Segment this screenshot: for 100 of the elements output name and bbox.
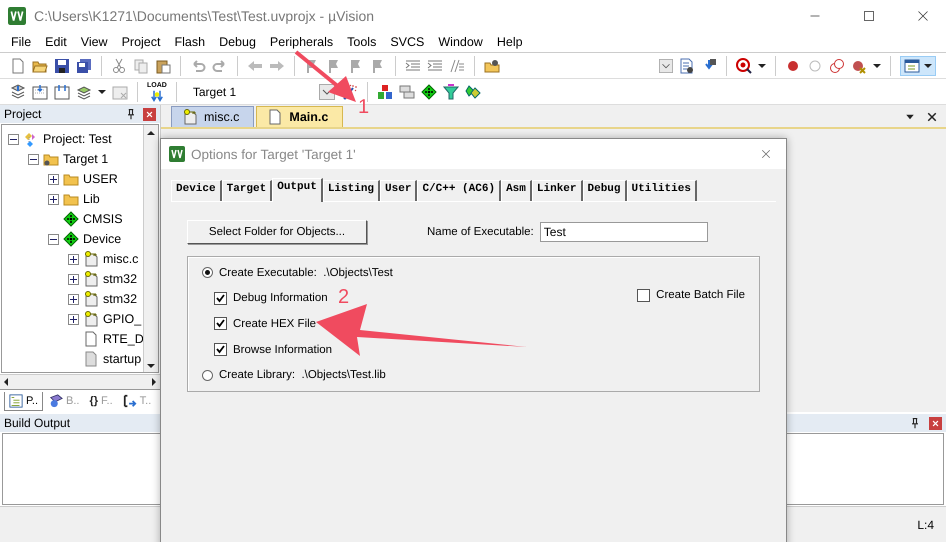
dialog-tab[interactable]: Device bbox=[171, 180, 222, 201]
menu-item[interactable]: View bbox=[74, 35, 115, 49]
expand-toggle[interactable] bbox=[68, 314, 79, 324]
tree-item[interactable]: CMSIS bbox=[83, 212, 123, 226]
menu-item[interactable]: Peripherals bbox=[262, 35, 340, 49]
option-label: Create Batch File bbox=[656, 289, 745, 301]
menu-item[interactable]: Window bbox=[431, 35, 490, 49]
close-icon bbox=[917, 10, 929, 22]
tree-item[interactable]: RTE_D bbox=[103, 332, 143, 346]
template-icon bbox=[122, 394, 137, 408]
window-layout-button[interactable] bbox=[900, 56, 936, 76]
indent-icon[interactable] bbox=[405, 58, 421, 74]
tree-item[interactable]: startup bbox=[103, 352, 142, 366]
translate-icon[interactable] bbox=[10, 84, 26, 100]
maximize-icon bbox=[863, 10, 875, 22]
expand-toggle[interactable] bbox=[68, 274, 79, 284]
dropdown-icon[interactable] bbox=[659, 58, 673, 72]
dialog-tab[interactable]: Asm bbox=[501, 180, 532, 201]
diamond-icon bbox=[63, 231, 79, 247]
expand-toggle[interactable] bbox=[68, 254, 79, 264]
editor-tab[interactable]: Main.c bbox=[256, 106, 344, 127]
dialog-tab[interactable]: Listing bbox=[322, 180, 380, 201]
tree-item[interactable]: Project: Test bbox=[43, 132, 112, 146]
menu-item[interactable]: Debug bbox=[212, 35, 263, 49]
debug-search-icon[interactable] bbox=[736, 58, 752, 74]
checkbox[interactable] bbox=[214, 292, 227, 305]
select-folder-button[interactable]: Select Folder for Objects... bbox=[187, 220, 367, 244]
paste-icon[interactable] bbox=[155, 58, 171, 74]
option-label: Create Executable: .\Objects\Test bbox=[219, 266, 393, 279]
dialog-tab[interactable]: Linker bbox=[532, 180, 582, 201]
rebuild-icon[interactable] bbox=[54, 84, 70, 100]
build-icon[interactable] bbox=[32, 84, 48, 100]
folder-search-icon[interactable] bbox=[484, 58, 500, 74]
vertical-scrollbar[interactable] bbox=[143, 125, 158, 372]
checkbox[interactable] bbox=[214, 343, 227, 356]
outdent-icon[interactable] bbox=[427, 58, 443, 74]
tree-item[interactable]: Device bbox=[83, 232, 122, 246]
expand-toggle[interactable] bbox=[8, 134, 19, 144]
horizontal-scrollbar[interactable] bbox=[0, 374, 160, 389]
checkbox[interactable] bbox=[214, 317, 227, 330]
editor-tab[interactable]: misc.c bbox=[171, 106, 254, 127]
diamond-icon[interactable] bbox=[420, 84, 437, 100]
menu-item[interactable]: Tools bbox=[340, 35, 384, 49]
tree-item[interactable]: GPIO_ bbox=[103, 312, 142, 326]
close-icon bbox=[760, 148, 772, 160]
executable-name-field[interactable]: Test bbox=[540, 222, 708, 242]
tree-item[interactable]: Target 1 bbox=[63, 152, 108, 166]
pin-icon[interactable] bbox=[125, 108, 137, 120]
tree-item[interactable]: USER bbox=[83, 172, 118, 186]
file-icon bbox=[267, 109, 284, 125]
circles-icon[interactable] bbox=[829, 58, 845, 74]
option-label: Debug Information bbox=[233, 292, 328, 304]
field-label: Name of Executable: bbox=[427, 226, 534, 238]
tree-item[interactable]: stm32 bbox=[103, 272, 138, 286]
panel-title: Build Output bbox=[4, 416, 72, 430]
new-file-icon[interactable] bbox=[10, 58, 26, 74]
dialog-tab[interactable]: User bbox=[380, 180, 418, 201]
menu-item[interactable]: Edit bbox=[38, 35, 74, 49]
batch-build-icon[interactable] bbox=[76, 84, 92, 100]
menu-item[interactable]: SVCS bbox=[383, 35, 432, 49]
panel-tab[interactable]: P.. bbox=[4, 392, 44, 410]
menu-item[interactable]: File bbox=[4, 35, 38, 49]
tree-item[interactable]: Lib bbox=[83, 192, 100, 206]
panel-tab[interactable]: {} F.. bbox=[85, 393, 117, 409]
colored-blocks-icon[interactable] bbox=[376, 84, 393, 100]
tree-item[interactable]: misc.c bbox=[103, 252, 138, 266]
comment-icon[interactable] bbox=[449, 58, 465, 74]
panel-title: Project bbox=[4, 107, 42, 121]
expand-toggle[interactable] bbox=[28, 154, 39, 164]
packs-icon[interactable] bbox=[464, 84, 481, 100]
dialog-tab[interactable]: Debug bbox=[582, 180, 627, 201]
expand-toggle[interactable] bbox=[48, 194, 59, 204]
key-file-icon bbox=[83, 271, 99, 287]
file-icon bbox=[83, 351, 99, 367]
menu-item[interactable]: Flash bbox=[167, 35, 212, 49]
menu-item[interactable]: Project bbox=[114, 35, 168, 49]
menu-item[interactable]: Help bbox=[490, 35, 530, 49]
expand-toggle[interactable] bbox=[68, 294, 79, 304]
cursor-position: L:4 bbox=[917, 518, 934, 532]
radio-button[interactable] bbox=[202, 370, 213, 381]
dialog-tab[interactable]: Utilities bbox=[626, 180, 697, 201]
tree-item[interactable]: stm32 bbox=[103, 292, 138, 306]
close-icon[interactable] bbox=[926, 111, 938, 123]
window-icon bbox=[904, 58, 920, 74]
checkbox[interactable] bbox=[637, 288, 650, 302]
expand-toggle[interactable] bbox=[48, 234, 59, 244]
dialog-tab[interactable]: Target bbox=[222, 180, 272, 201]
expand-toggle[interactable] bbox=[48, 174, 59, 184]
funnel-icon[interactable] bbox=[442, 84, 459, 100]
document-search-icon[interactable] bbox=[679, 58, 695, 74]
pin-icon[interactable] bbox=[909, 417, 921, 429]
windows-icon[interactable] bbox=[398, 84, 415, 100]
dialog-tab[interactable]: C/C++ (AC6) bbox=[417, 180, 502, 201]
annotation-number: 2 bbox=[338, 286, 350, 309]
dialog-tab[interactable]: Output bbox=[272, 178, 323, 202]
save-icon[interactable] bbox=[54, 58, 70, 74]
save-all-icon[interactable] bbox=[76, 58, 92, 74]
scissors-icon[interactable] bbox=[111, 58, 127, 74]
dropdown-icon bbox=[318, 84, 335, 100]
radio-button[interactable] bbox=[202, 267, 213, 278]
